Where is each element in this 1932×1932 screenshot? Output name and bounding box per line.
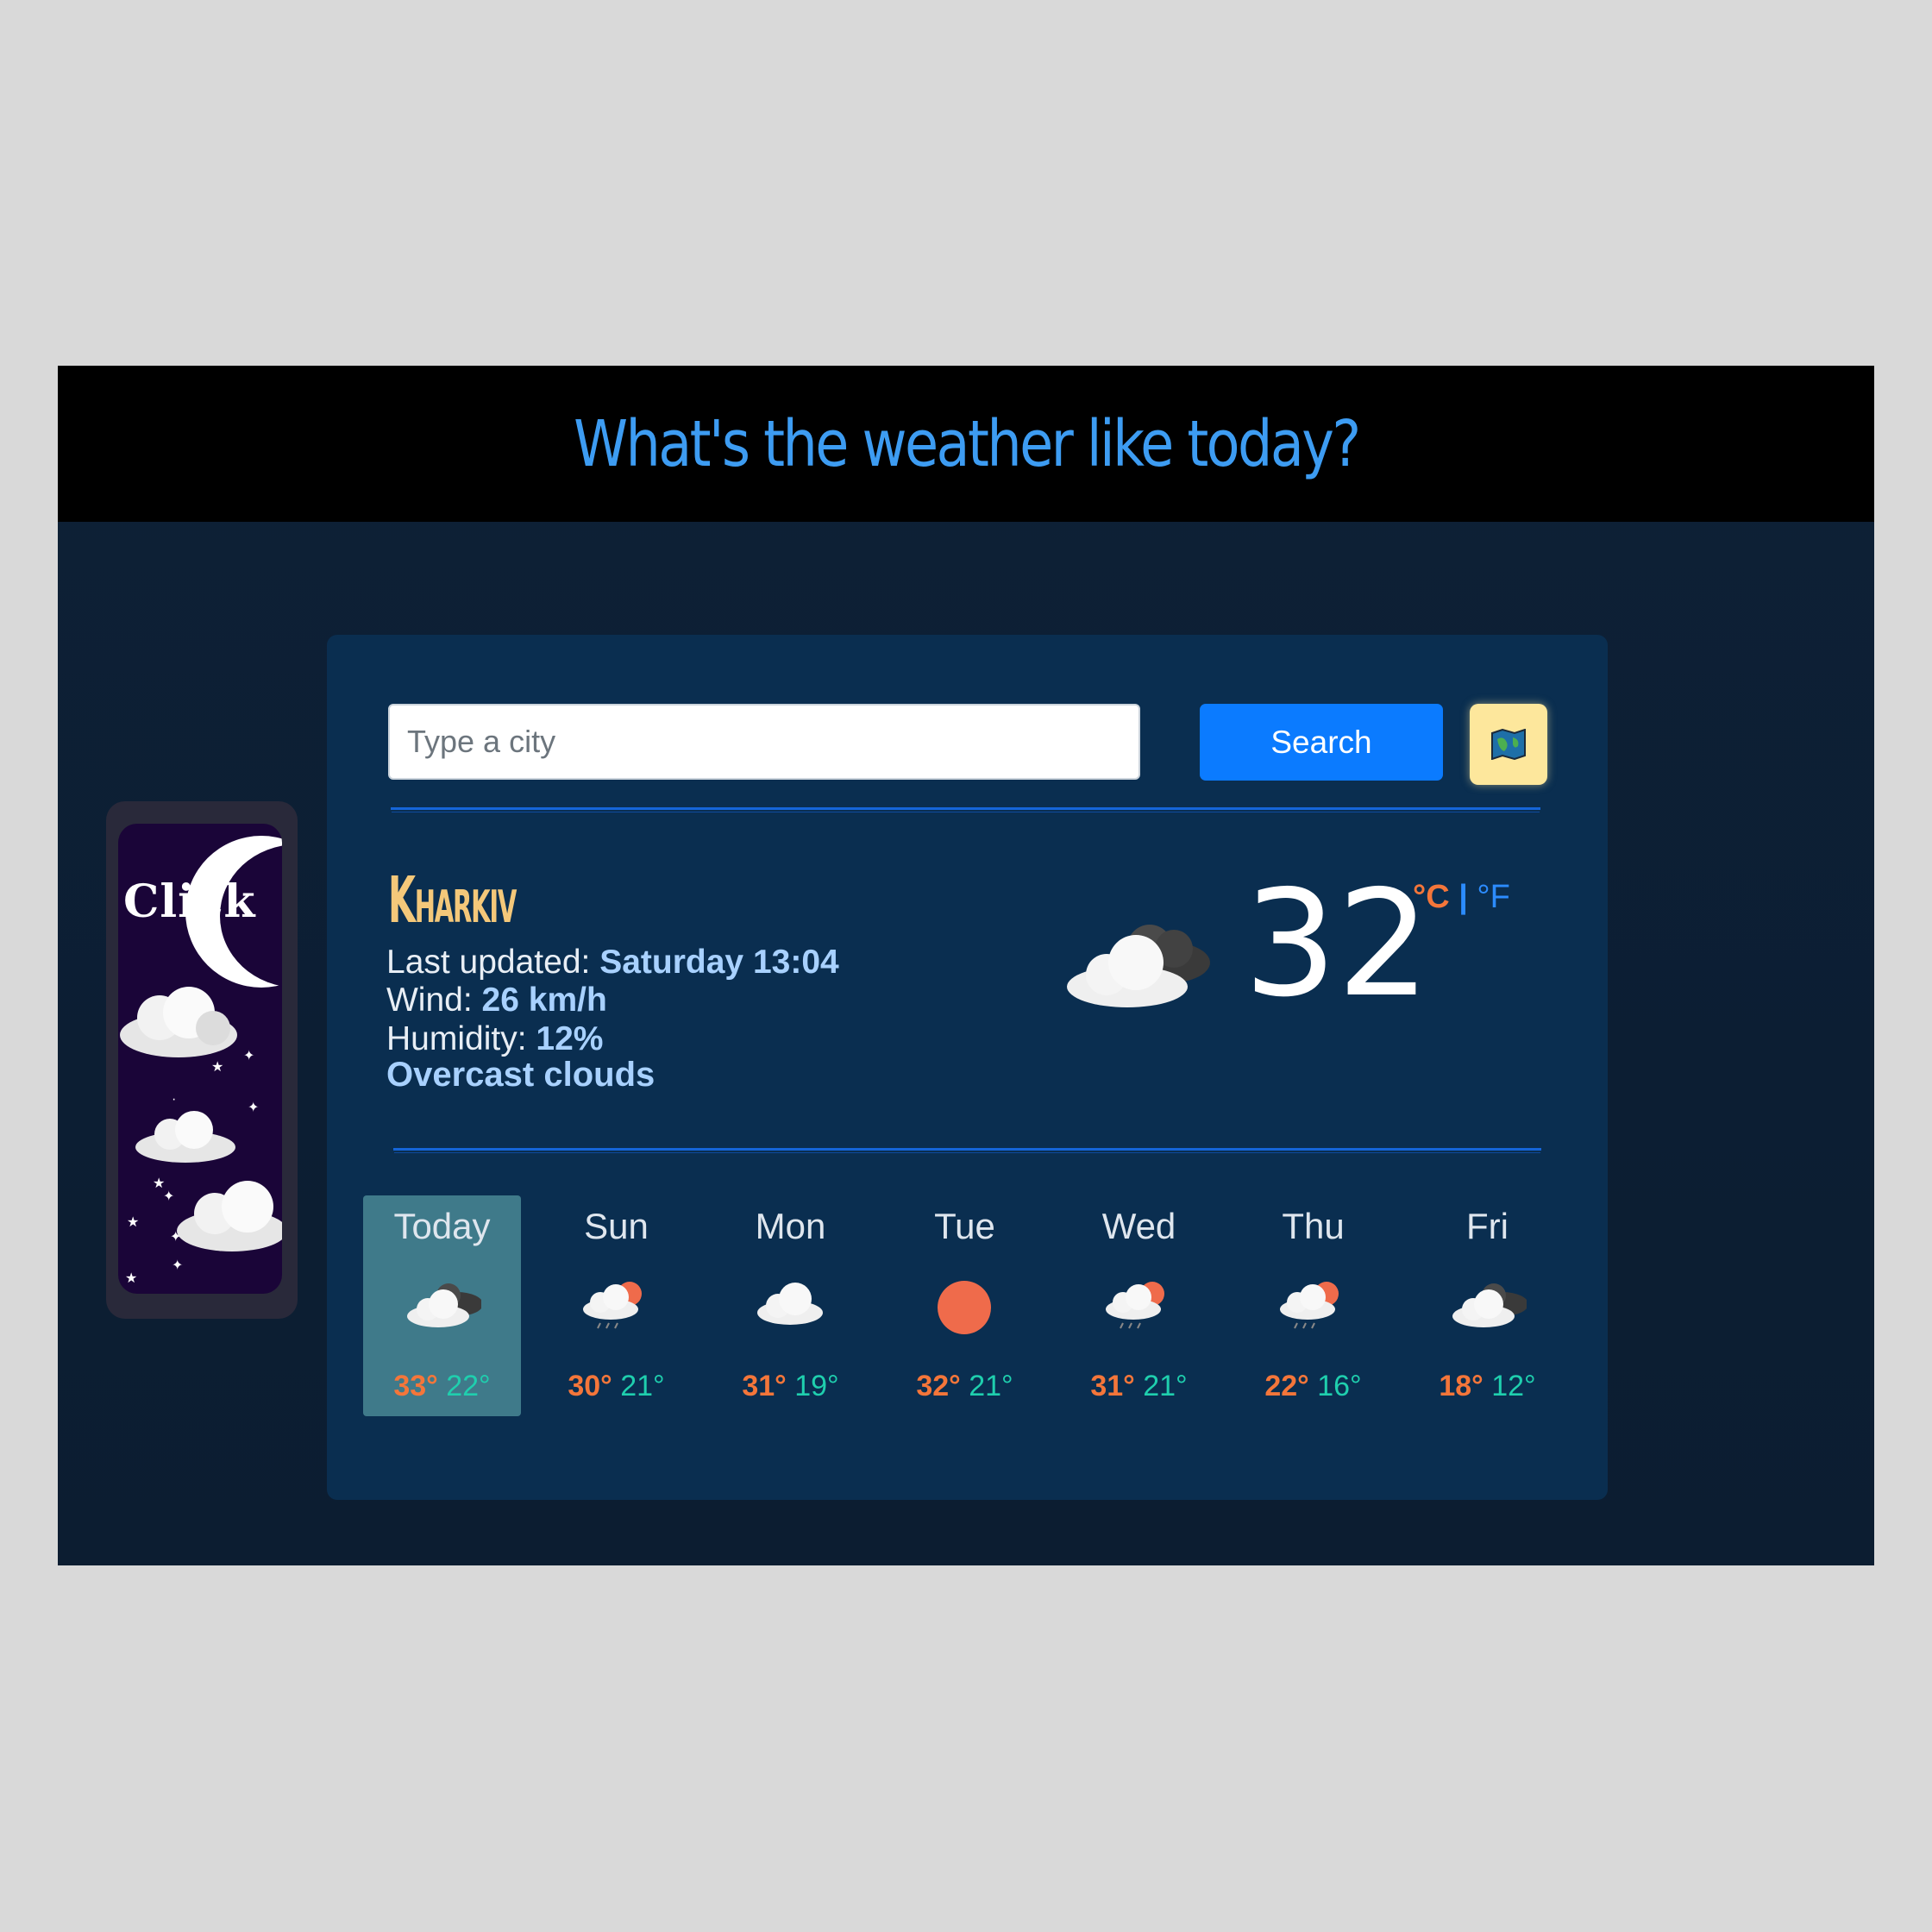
star-icon: ★: [211, 1060, 224, 1075]
humidity-label: Humidity:: [386, 1020, 527, 1057]
sun-icon: [938, 1281, 991, 1334]
rain-sun-icon: [1106, 1282, 1164, 1329]
theme-toggle-track[interactable]: Click ✦ ★ ✦ · ★ ✦ ★ ✦ ★ ✦: [118, 824, 282, 1294]
forecast-min-temp: 21°: [1143, 1370, 1188, 1402]
forecast-day-wed[interactable]: Wed 31° 21°: [1060, 1195, 1218, 1416]
map-icon: [1491, 729, 1526, 760]
overcast-clouds-icon: [1067, 925, 1210, 1007]
cloud-icon: [120, 987, 237, 1057]
weather-description: Overcast clouds: [386, 1056, 656, 1094]
forecast-day-label: Tue: [934, 1206, 995, 1246]
theme-toggle-label[interactable]: Click: [123, 875, 256, 928]
forecast-temps: 31° 19°: [712, 1370, 869, 1403]
forecast-max-temp: 32°: [916, 1370, 961, 1402]
page-title: What's the weather like today?: [573, 406, 1361, 481]
cloud-icon: [177, 1181, 282, 1251]
last-updated-row: Last updated: Saturday 13:04: [386, 944, 839, 982]
unit-switch: °C | °F: [1413, 879, 1510, 916]
current-temperature: 32: [1244, 859, 1431, 1030]
forecast-min-temp: 19°: [794, 1370, 839, 1402]
forecast-min-temp: 21°: [620, 1370, 665, 1402]
forecast-day-mon[interactable]: Mon 31° 19°: [712, 1195, 869, 1416]
forecast-min-temp: 12°: [1491, 1370, 1536, 1402]
app-header: What's the weather like today?: [58, 366, 1874, 522]
star-icon: ✦: [170, 1230, 182, 1245]
forecast-max-temp: 18°: [1439, 1370, 1484, 1402]
forecast-temps: 32° 21°: [886, 1370, 1044, 1403]
wind-row: Wind: 26 km/h: [386, 982, 607, 1019]
forecast-day-fri[interactable]: Fri 18° 12°: [1408, 1195, 1566, 1416]
forecast-max-temp: 31°: [1090, 1370, 1135, 1402]
forecast-min-temp: 21°: [969, 1370, 1013, 1402]
wind-label: Wind:: [386, 982, 473, 1019]
forecast-row: Today 33° 22° Sun 30° 21° Mon 31° 19° Tue 32° 2…: [363, 1195, 1571, 1420]
forecast-day-label: Thu: [1282, 1206, 1345, 1246]
forecast-day-label: Mon: [755, 1206, 826, 1246]
city-search-input[interactable]: [388, 704, 1140, 780]
humidity-value: 12%: [536, 1020, 604, 1057]
forecast-max-temp: 30°: [568, 1370, 612, 1402]
forecast-max-temp: 33°: [393, 1370, 438, 1402]
unit-celsius-link[interactable]: °C: [1413, 879, 1450, 915]
last-updated-label: Last updated:: [386, 944, 591, 981]
forecast-temps: 18° 12°: [1408, 1370, 1566, 1403]
forecast-min-temp: 16°: [1317, 1370, 1362, 1402]
star-icon: ·: [172, 1092, 177, 1107]
unit-separator: |: [1458, 879, 1468, 915]
forecast-day-sun[interactable]: Sun 30° 21°: [537, 1195, 695, 1416]
star-icon: ★: [127, 1215, 140, 1230]
city-name: Kharkiv: [388, 863, 517, 938]
forecast-temps: 33° 22°: [363, 1370, 521, 1403]
last-updated-value: Saturday 13:04: [599, 944, 839, 981]
star-icon: ✦: [243, 1049, 255, 1063]
rain-sun-icon: [583, 1282, 642, 1329]
forecast-day-label: Fri: [1466, 1206, 1509, 1246]
forecast-min-temp: 22°: [446, 1370, 491, 1402]
cloud-icon: [135, 1111, 235, 1163]
forecast-day-today[interactable]: Today 33° 22°: [363, 1195, 521, 1416]
star-icon: ★: [125, 1271, 138, 1286]
star-icon: ✦: [172, 1258, 184, 1273]
forecast-day-label: Wed: [1101, 1206, 1176, 1246]
search-button[interactable]: Search: [1200, 704, 1443, 781]
forecast-day-tue[interactable]: Tue 32° 21°: [886, 1195, 1044, 1416]
forecast-temps: 31° 21°: [1060, 1370, 1218, 1403]
forecast-max-temp: 31°: [742, 1370, 787, 1402]
humidity-row: Humidity: 12%: [386, 1020, 603, 1058]
divider-bottom: [393, 1148, 1541, 1151]
wind-value: 26 km/h: [481, 982, 607, 1019]
cloud-icon: [757, 1283, 823, 1325]
rain-sun-icon: [1280, 1282, 1339, 1329]
overcast-clouds-icon: [407, 1283, 481, 1327]
forecast-temps: 22° 16°: [1234, 1370, 1392, 1403]
forecast-temps: 30° 21°: [537, 1370, 695, 1403]
forecast-day-thu[interactable]: Thu 22° 16°: [1234, 1195, 1392, 1416]
forecast-day-label: Sun: [584, 1206, 649, 1246]
star-icon: ✦: [163, 1189, 175, 1204]
star-icon: ✦: [248, 1101, 260, 1115]
forecast-max-temp: 22°: [1264, 1370, 1309, 1402]
theme-toggle[interactable]: Click ✦ ★ ✦ · ★ ✦ ★ ✦ ★ ✦: [106, 801, 298, 1319]
divider-top: [391, 807, 1540, 810]
forecast-day-label: Today: [393, 1206, 491, 1246]
unit-fahrenheit-link[interactable]: °F: [1477, 879, 1509, 915]
overcast-clouds-icon: [1452, 1283, 1527, 1327]
map-button[interactable]: [1470, 704, 1547, 785]
